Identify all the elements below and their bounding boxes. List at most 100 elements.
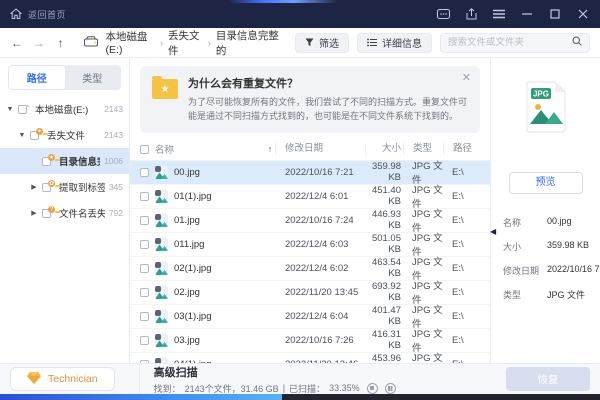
table-row[interactable]: 03.jpg 2022/10/16 7:26 416.31 KB JPG 文件 … xyxy=(130,329,490,353)
breadcrumb-item[interactable]: 丢失文件 xyxy=(168,28,203,58)
row-checkbox[interactable] xyxy=(140,288,149,297)
filter-button[interactable]: 筛选 xyxy=(295,33,349,53)
scan-status: 高级扫描 找到： 2143个文件，31.46 GB | 已扫描： 33.35% xyxy=(139,364,396,394)
expander-icon[interactable]: ▼ xyxy=(18,132,26,139)
notice-body-text: 为了尽可能恢复所有的文件，我们尝试了不同的扫描方式。重复文件可能是通过不同扫描方… xyxy=(188,96,470,124)
search-icon xyxy=(572,36,582,49)
row-checkbox[interactable] xyxy=(140,168,149,177)
column-type[interactable]: 类型 xyxy=(403,143,443,155)
table-row[interactable]: 00.jpg 2022/10/16 7:21 359.98 KB JPG 文件 … xyxy=(130,161,490,185)
image-file-icon xyxy=(155,214,168,227)
detail-value: 00.jpg xyxy=(547,216,572,229)
column-name[interactable]: 名称 xyxy=(155,142,174,156)
row-checkbox[interactable] xyxy=(140,216,149,225)
app-window: 返回首页 ← → ↑ xyxy=(0,0,600,400)
file-date: 2022/12/4 6:03 xyxy=(275,239,365,250)
file-size: 416.31 KB xyxy=(365,329,403,351)
feedback-icon[interactable] xyxy=(436,7,450,21)
select-all-checkbox[interactable] xyxy=(140,145,149,154)
row-checkbox[interactable] xyxy=(140,240,149,249)
recover-button[interactable]: 恢复 xyxy=(506,367,590,391)
image-file-icon xyxy=(155,310,168,323)
back-home-button[interactable]: 返回首页 xyxy=(10,8,66,21)
file-name: 01.jpg xyxy=(174,215,200,226)
tree-item-label: 提取到标签的 xyxy=(59,180,105,194)
tree-item[interactable]: ★ 目录信息完整的 1006 xyxy=(0,148,129,174)
share-icon[interactable] xyxy=(464,7,478,21)
tree-item[interactable]: ▶ ✿ 提取到标签的 345 xyxy=(0,174,129,200)
filter-icon xyxy=(305,38,314,47)
technician-label: Technician xyxy=(48,373,98,385)
sidebar-tab[interactable]: 类型 xyxy=(65,66,121,89)
breadcrumb-item[interactable]: 本地磁盘(E:) xyxy=(106,29,155,56)
tree-item-label: 本地磁盘(E:) xyxy=(35,102,100,116)
folder-star-icon: ★ xyxy=(152,79,178,99)
tree-item-count: 345 xyxy=(109,182,123,192)
detail-row: 类型 JPG 文件 xyxy=(503,288,600,301)
file-type: JPG 文件 xyxy=(403,350,443,363)
maximize-button[interactable] xyxy=(548,7,562,21)
filter-label: 筛选 xyxy=(319,35,339,50)
sidebar-tab[interactable]: 路径 xyxy=(9,66,65,89)
table-row[interactable]: 03(1).jpg 2022/12/4 6:04 401.47 KB JPG 文… xyxy=(130,305,490,329)
tree-item-label: 丢失文件 xyxy=(47,128,100,142)
row-checkbox[interactable] xyxy=(140,264,149,273)
pause-scan-button[interactable] xyxy=(385,383,396,394)
table-row[interactable]: 02.jpg 2022/11/20 13:45 693.92 KB JPG 文件… xyxy=(130,281,490,305)
close-button[interactable] xyxy=(576,7,590,21)
nav-up-button[interactable]: ↑ xyxy=(54,36,68,50)
table-row[interactable]: 02(1).jpg 2022/12/4 6:02 463.54 KB JPG 文… xyxy=(130,257,490,281)
breadcrumb: 本地磁盘(E:) › 丢失文件 › 目录信息完整的 xyxy=(106,28,279,58)
nav-back-button[interactable]: ← xyxy=(10,36,24,50)
table-row[interactable]: 04(1).jpg 2022/11/20 13:46 453.96 KB JPG… xyxy=(130,353,490,363)
scan-title: 高级扫描 xyxy=(154,364,396,380)
search-box[interactable] xyxy=(440,33,590,53)
expander-icon[interactable]: ▼ xyxy=(6,106,14,113)
nav-forward-button[interactable]: → xyxy=(32,36,46,50)
tree-item[interactable]: ▼ ✦ 丢失文件 2143 xyxy=(0,122,129,148)
file-path: E:\ xyxy=(443,311,483,322)
search-input[interactable] xyxy=(448,37,567,48)
tree-item-label: 文件名丢失的 xyxy=(59,206,105,220)
detail-label: 修改日期 xyxy=(503,264,547,277)
file-path: E:\ xyxy=(443,335,483,346)
panel-collapse-icon[interactable]: ◀ xyxy=(490,225,497,239)
column-size[interactable]: 大小 xyxy=(365,143,403,155)
row-checkbox[interactable] xyxy=(140,312,149,321)
detail-view-button[interactable]: 详细信息 xyxy=(357,33,432,53)
tree-item[interactable]: ▶ ? 文件名丢失的 792 xyxy=(0,200,129,226)
preview-button[interactable]: 预览 xyxy=(509,172,583,194)
detail-value: 359.98 KB xyxy=(547,240,589,253)
detail-value: 2022/10/16 7... xyxy=(547,264,600,277)
jpg-file-icon: JPG xyxy=(491,80,600,134)
table-row[interactable]: 011.jpg 2022/12/4 6:03 501.05 KB JPG 文件 … xyxy=(130,233,490,257)
notice-close-icon[interactable]: ✕ xyxy=(462,73,471,84)
preview-panel: ◀ JPG 预览 名称 00.jpg 大小 xyxy=(490,58,600,363)
column-path[interactable]: 路径 xyxy=(443,143,483,155)
main-panel: ★ 为什么会有重复文件？ 为了尽可能恢复所有的文件，我们尝试了不同的扫描方式。重… xyxy=(130,58,490,363)
detail-label: 名称 xyxy=(503,216,547,229)
row-checkbox[interactable] xyxy=(140,192,149,201)
file-name: 00.jpg xyxy=(174,167,200,178)
file-details: 名称 00.jpg 大小 359.98 KB 修改日期 2022/10/16 7… xyxy=(503,216,600,301)
expander-icon[interactable]: ▶ xyxy=(30,209,38,217)
scanned-label: 已扫描： xyxy=(289,382,325,395)
table-row[interactable]: 01.jpg 2022/10/16 7:24 446.93 KB JPG 文件 … xyxy=(130,209,490,233)
file-table: 名称 ↑ 修改日期 大小 类型 路径 00 xyxy=(130,139,490,363)
column-date[interactable]: 修改日期 xyxy=(275,143,365,155)
technician-button[interactable]: Technician xyxy=(10,367,115,391)
row-checkbox[interactable] xyxy=(140,336,149,345)
stop-scan-button[interactable] xyxy=(367,383,378,394)
expander-icon[interactable]: ▶ xyxy=(30,183,38,191)
tree-checkbox[interactable] xyxy=(18,105,27,114)
table-body: 00.jpg 2022/10/16 7:21 359.98 KB JPG 文件 … xyxy=(130,161,490,363)
file-date: 2022/12/4 6:04 xyxy=(275,311,365,322)
breadcrumb-item[interactable]: 目录信息完整的 xyxy=(216,28,279,58)
file-name: 011.jpg xyxy=(174,239,204,250)
table-row[interactable]: 01(1).jpg 2022/12/4 6:01 451.40 KB JPG 文… xyxy=(130,185,490,209)
menu-icon[interactable] xyxy=(492,7,506,21)
sort-ascending-icon[interactable]: ↑ xyxy=(265,144,275,154)
tree-item[interactable]: ▼ 本地磁盘(E:) 2143 xyxy=(0,96,129,122)
file-size: 501.05 KB xyxy=(365,233,403,255)
minimize-button[interactable] xyxy=(520,7,534,21)
